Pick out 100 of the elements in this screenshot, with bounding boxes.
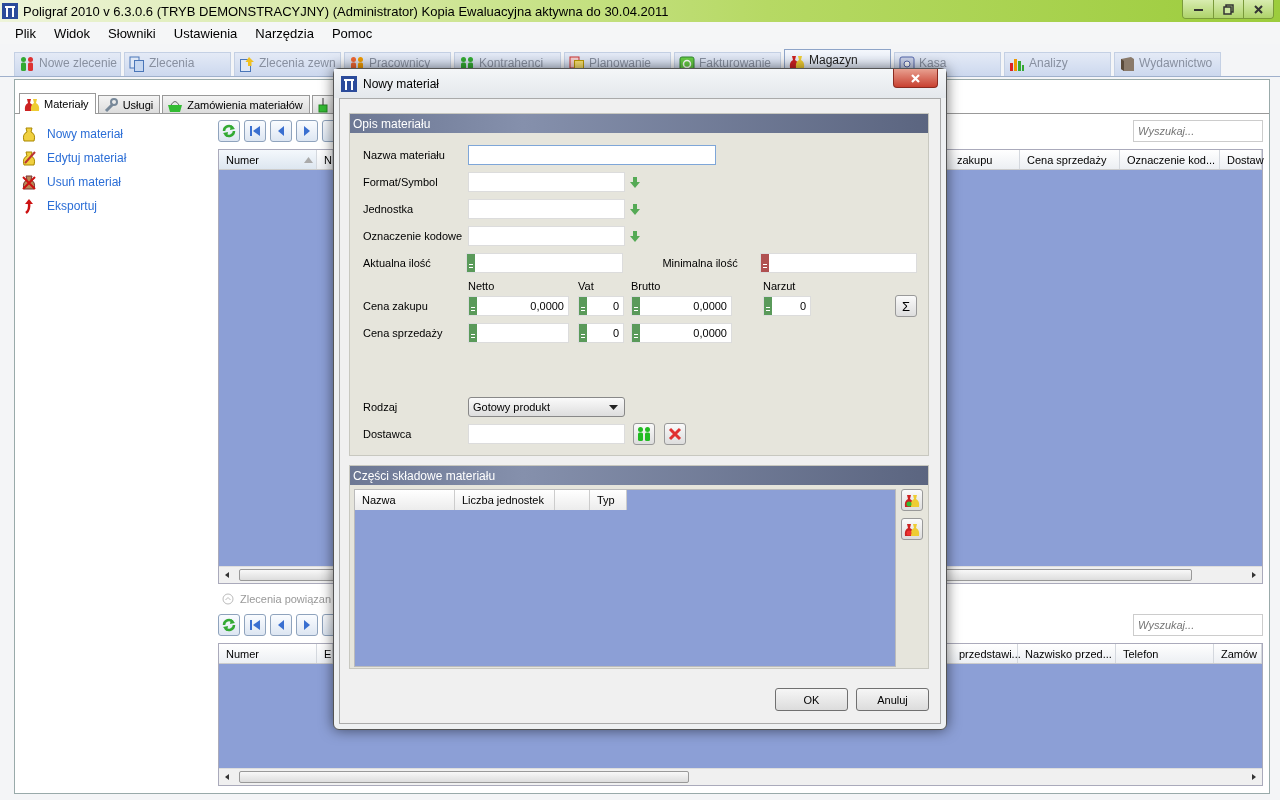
sack-pencil-icon [21, 149, 37, 166]
menu-item[interactable]: Pomoc [322, 25, 382, 41]
grip-icon[interactable] [467, 254, 476, 272]
app-logo-icon [341, 75, 357, 92]
menu-item[interactable]: Widok [44, 25, 100, 41]
next-button[interactable] [296, 120, 318, 142]
previous-button[interactable] [270, 120, 292, 142]
number-field[interactable]: 0 [578, 296, 624, 316]
down-arrow-icon [630, 203, 640, 215]
sidebar-link[interactable]: Edytuj materiał [21, 148, 218, 167]
weight-icon [316, 96, 329, 113]
grip-icon[interactable] [469, 297, 477, 315]
scroll-thumb[interactable] [239, 771, 689, 783]
document-arrow-icon [239, 56, 255, 72]
ok-button[interactable]: OK [775, 688, 848, 711]
horizontal-scrollbar[interactable] [219, 768, 1262, 785]
sub-tab[interactable]: Zamówienia materiałów [162, 95, 310, 113]
refresh-button[interactable] [218, 120, 240, 142]
sum-button[interactable]: Σ [895, 295, 917, 317]
down-arrow-icon [630, 176, 640, 188]
sub-tab[interactable]: Materiały [19, 93, 96, 114]
remove-part-button[interactable] [901, 518, 923, 540]
choose-supplier-button[interactable] [633, 423, 655, 445]
grip-icon[interactable] [632, 297, 640, 315]
clear-button[interactable] [664, 423, 686, 445]
menu-item[interactable]: Ustawienia [164, 25, 247, 41]
menu-item[interactable]: Słowniki [99, 25, 165, 41]
collapse-icon [222, 593, 234, 605]
dropdown[interactable]: Gotowy produkt [468, 397, 625, 417]
number-field[interactable]: 0,0000 [631, 296, 732, 316]
people-icon [19, 56, 35, 72]
field-label: Oznaczenie kodowe [363, 230, 464, 242]
previous-button[interactable] [270, 614, 292, 636]
first-button[interactable] [244, 614, 266, 636]
next-button[interactable] [296, 614, 318, 636]
sidebar-link[interactable]: Eksportuj [21, 196, 218, 215]
search-field[interactable]: Wyszukaj... [1133, 614, 1263, 636]
field-label: Nazwa materiału [363, 149, 446, 161]
number-field[interactable]: 0 [578, 323, 624, 343]
column-header[interactable]: Cena sprzedaży [1020, 150, 1120, 169]
column-header[interactable]: zakupu [950, 150, 1020, 169]
section-header: Części składowe materiału [350, 466, 928, 485]
search-field[interactable]: Wyszukaj... [1133, 120, 1263, 142]
sub-tab[interactable] [311, 95, 334, 113]
input-text[interactable]: 0,0000 [640, 297, 731, 315]
number-field[interactable] [466, 253, 624, 273]
grip-icon[interactable] [632, 324, 640, 342]
number-field[interactable]: 0,0000 [631, 323, 732, 343]
number-field[interactable]: 0,0000 [468, 296, 569, 316]
add-part-button[interactable] [901, 489, 923, 511]
close-button[interactable] [893, 69, 938, 88]
sidebar-link[interactable]: Usuń materiał [21, 172, 218, 191]
grip-icon[interactable] [764, 297, 772, 315]
refresh-button[interactable] [218, 614, 240, 636]
close-icon [910, 72, 921, 84]
number-field[interactable] [468, 323, 569, 343]
sub-tab[interactable]: Usługi [97, 95, 161, 113]
column-header[interactable]: Typ [590, 490, 627, 510]
refresh-icon [221, 617, 237, 633]
first-icon [247, 123, 263, 139]
input-text[interactable]: 0 [587, 297, 623, 315]
minimize-button[interactable] [1183, 0, 1213, 18]
column-header[interactable]: Oznaczenie kod... [1120, 150, 1220, 169]
sidebar-link[interactable]: Nowy materiał [21, 124, 218, 143]
grip-icon[interactable] [579, 324, 587, 342]
column-header[interactable]: Telefon [1116, 644, 1214, 663]
input-text[interactable]: 0 [772, 297, 810, 315]
grip-icon[interactable] [469, 324, 477, 342]
column-header[interactable]: Liczba jednostek [455, 490, 555, 510]
menu-item[interactable]: Plik [6, 25, 45, 41]
column-header[interactable]: Zamów [1214, 644, 1262, 663]
input-text[interactable]: 0,0000 [477, 297, 568, 315]
input-text[interactable]: 0,0000 [640, 324, 731, 342]
close-button[interactable] [1243, 0, 1273, 18]
money-bags-icon [789, 53, 805, 69]
window-title: Poligraf 2010 v 6.3.0.6 (TRYB DEMONSTRACYJNY) (Administrator) Kopia Ewaluacyjna aktywna do 30.04.2011 [23, 3, 669, 19]
dropdown-caret-icon [609, 404, 618, 410]
documents-icon [129, 56, 145, 72]
first-button[interactable] [244, 120, 266, 142]
section-header: Opis materiału [350, 114, 928, 133]
field-label: Aktualna ilość [363, 257, 432, 269]
column-header[interactable]: Numer [219, 150, 317, 169]
number-field[interactable] [760, 253, 917, 273]
first-icon [247, 617, 263, 633]
restore-button[interactable] [1213, 0, 1243, 18]
field-label: Cena zakupu [363, 300, 429, 312]
section-title: Zlecenia powiązan [240, 593, 332, 605]
column-header[interactable]: Numer [219, 644, 317, 663]
input-field[interactable] [468, 145, 716, 165]
input-text[interactable]: 0 [587, 324, 623, 342]
column-header[interactable]: Nazwa [355, 490, 455, 510]
cancel-button[interactable]: Anuluj [856, 688, 929, 711]
grip-icon[interactable] [579, 297, 587, 315]
wrench-icon [102, 96, 119, 113]
number-field[interactable]: 0 [763, 296, 811, 316]
column-header[interactable]: Dostaw [1220, 150, 1262, 169]
column-header[interactable]: przedstawi... [952, 644, 1018, 663]
grip-icon[interactable] [761, 254, 769, 272]
menu-item[interactable]: Narzędzia [246, 25, 323, 41]
down-arrow-icon [630, 230, 640, 242]
